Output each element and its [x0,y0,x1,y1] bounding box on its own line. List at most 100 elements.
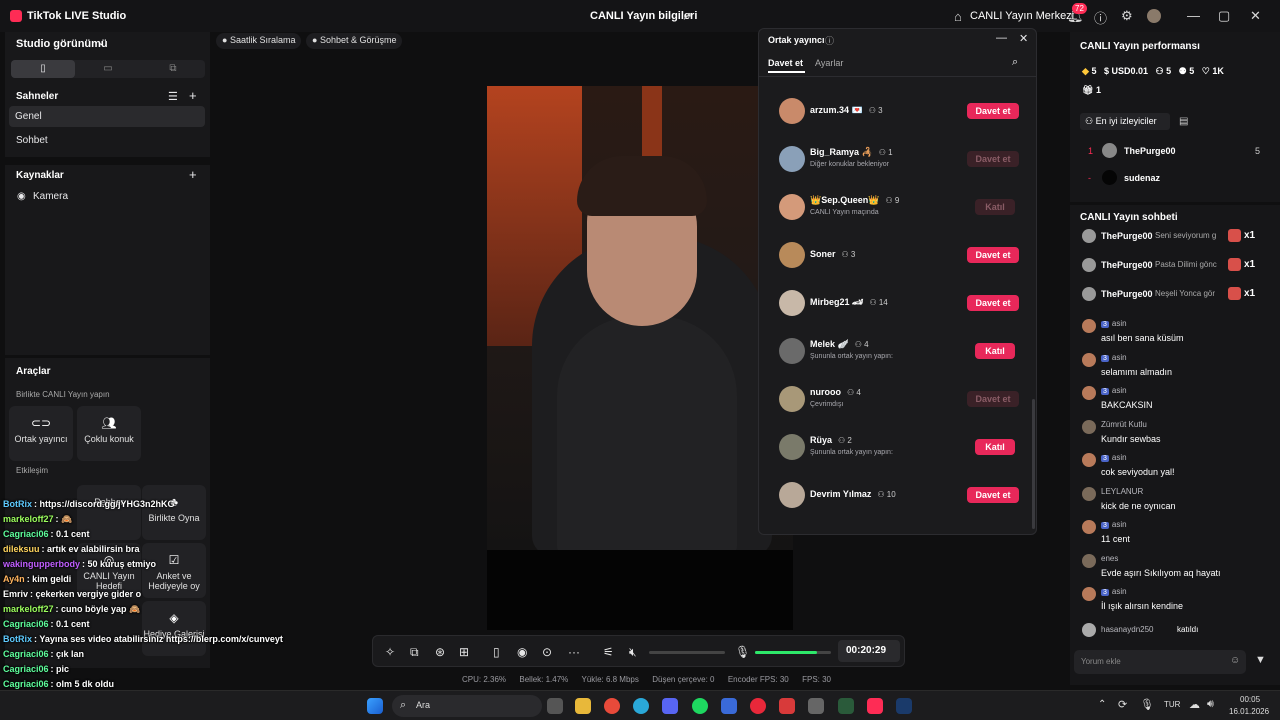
avatar[interactable] [1147,9,1161,23]
language-indicator[interactable]: TUR [1164,700,1180,709]
settings-sliders-icon[interactable]: ⚟ [603,645,614,659]
chat-message-row: 3 asin 11 cent [1070,518,1280,548]
join-button[interactable]: Katıl [975,343,1015,359]
stream-controls: ✧ ⧉ ⊛ ⊞ ▯ ◉ ⊙ ··· ⚟ 🔇︎ 🎙︎ 00:20:29 [372,635,905,667]
effects-icon[interactable]: ⊛ [435,645,445,659]
share-icon[interactable]: ↗ [682,9,692,23]
steam-icon[interactable] [896,698,912,714]
file-explorer-icon[interactable] [575,698,591,714]
portrait-icon[interactable]: ▯ [11,60,75,78]
hourly-ranking-pill[interactable]: ● Saatlik Sıralama [216,33,302,49]
viewer-row[interactable]: - sudenaz [1070,167,1280,189]
landscape-icon[interactable]: ▭ [76,60,140,78]
help-icon[interactable]: ⓘ [825,34,834,47]
microphone-icon[interactable]: 🎙︎ [1140,698,1154,711]
app-icon[interactable] [721,698,737,714]
opera-icon[interactable] [750,698,766,714]
maximize-icon[interactable]: ▢ [1218,8,1230,24]
add-source-icon[interactable]: + [189,167,197,182]
invite-button[interactable]: Davet et [967,247,1019,263]
emoji-icon[interactable]: ☺ [1230,655,1240,666]
invite-button[interactable]: Davet et [967,391,1019,407]
scene-item-genel[interactable]: Genel [9,106,205,127]
discord-icon[interactable] [662,698,678,714]
gift-multiplier: x1 [1244,259,1256,270]
chat-user: Zümrüt Kutlu [1101,420,1147,429]
search-icon[interactable]: ⌕ [1012,56,1018,69]
filter-icon[interactable]: ▼ [1255,654,1266,666]
chat-user-name: asin [1111,386,1127,395]
microphone-icon[interactable]: 🎙︎ [735,645,750,659]
tiktok-studio-icon[interactable] [867,698,883,714]
invite-button[interactable]: Davet et [967,103,1019,119]
tab-invite[interactable]: Davet et [768,58,803,68]
followers-icon: ⚉ [1178,66,1187,76]
comment-input[interactable]: Yorum ekle ☺ [1074,650,1246,674]
clock-time[interactable]: 00:05 [1240,695,1260,704]
volume-icon[interactable]: 🔊︎ [1207,698,1214,711]
gift-message: Neşeli Yonca gör [1155,289,1216,298]
mute-icon[interactable]: 🔇︎ [629,645,637,660]
edge-icon[interactable] [633,698,649,714]
avatar [779,434,805,460]
close-icon[interactable]: ✕ [1019,32,1028,45]
desktop-volume-slider[interactable] [649,651,725,654]
clock-date[interactable]: 16.01.2026 [1229,707,1269,716]
chrome-icon[interactable] [604,698,620,714]
split-layout-icon[interactable]: ⧉ [141,60,205,78]
camera-toggle-icon[interactable]: ⊙ [542,645,552,659]
invite-button[interactable]: Davet et [967,151,1019,167]
invite-button[interactable]: Davet et [967,487,1019,503]
record-icon[interactable]: ◉ [517,645,527,659]
overlay-chat-user: Emriv [3,589,29,599]
minimize-icon[interactable]: — [1187,8,1200,23]
add-scene-icon[interactable]: + [189,88,197,103]
chevron-down-icon[interactable]: ⌄ [97,37,105,48]
co-host-button[interactable]: ⊂⊃ Ortak yayıncı [9,406,73,461]
add-media-icon[interactable]: ⊞ [459,645,469,659]
chevron-up-icon[interactable]: ⌃ [1098,699,1106,710]
co-host-status: Şununla ortak yayın yapın: [810,353,893,360]
scene-item-sohbet[interactable]: Sohbet [16,135,48,146]
phone-icon[interactable]: ▯ [493,645,500,659]
chat-pill[interactable]: ● Sohbet & Görüşme [306,33,403,49]
list-icon[interactable]: ☰ [168,90,178,103]
close-icon[interactable]: ✕ [1250,8,1261,24]
spotify-icon[interactable] [692,698,708,714]
home-icon[interactable]: ⌂ [954,9,962,24]
invite-button[interactable]: Davet et [967,295,1019,311]
join-button[interactable]: Katıl [975,199,1015,215]
more-icon[interactable]: ··· [568,645,580,659]
minimize-icon[interactable]: — [996,32,1007,44]
windows-start-icon[interactable] [367,698,383,714]
task-view-icon[interactable] [547,698,563,714]
layout-icon[interactable]: ⧉ [410,645,419,660]
list-icon[interactable]: ▤ [1179,116,1188,127]
help-icon[interactable]: ⓘ [1094,8,1107,27]
scrollbar[interactable] [1032,399,1035,529]
magic-wand-icon[interactable]: ✧ [385,645,395,659]
chat-message: Evde aşırı Sıkılıyom aq hayatı [1101,567,1221,578]
taskbar-search[interactable]: ⌕ Ara [392,695,542,717]
app-icon[interactable] [779,698,795,714]
studio-view-dropdown[interactable]: Studio görünümü [16,38,108,50]
wifi-icon[interactable]: ☁ [1189,698,1200,711]
co-host-name: Melek 🪽 ⚇ 4 [810,339,869,350]
live-center-link[interactable]: CANLI Yayın Merkezi [970,10,1074,22]
network-icon[interactable]: ⟳ [1118,698,1127,711]
tab-settings[interactable]: Ayarlar [815,58,843,68]
overlay-chat-line: dileksuu: artık ev alabilirsin bra [3,544,140,554]
overlay-chat-message: : 0.1 cent [50,529,90,539]
viewer-row[interactable]: 1 ThePurge00 5 [1070,140,1280,162]
join-button[interactable]: Katıl [975,439,1015,455]
app-icon[interactable] [838,698,854,714]
multi-guest-button[interactable]: 👥︎ Çoklu konuk [77,406,141,461]
top-viewers-tab[interactable]: ⚇ En iyi izleyiciler [1080,113,1170,130]
app-icon[interactable] [808,698,824,714]
co-host-row: arzum.34 💌 ⚇ 3 Davet et [779,91,1019,131]
gear-icon[interactable]: ⚙ [1121,8,1133,24]
avatar [779,146,805,172]
source-item-camera[interactable]: Kamera [33,191,68,202]
mic-volume-slider[interactable] [755,651,831,654]
chat-message: Kundır sewbas [1101,433,1161,444]
